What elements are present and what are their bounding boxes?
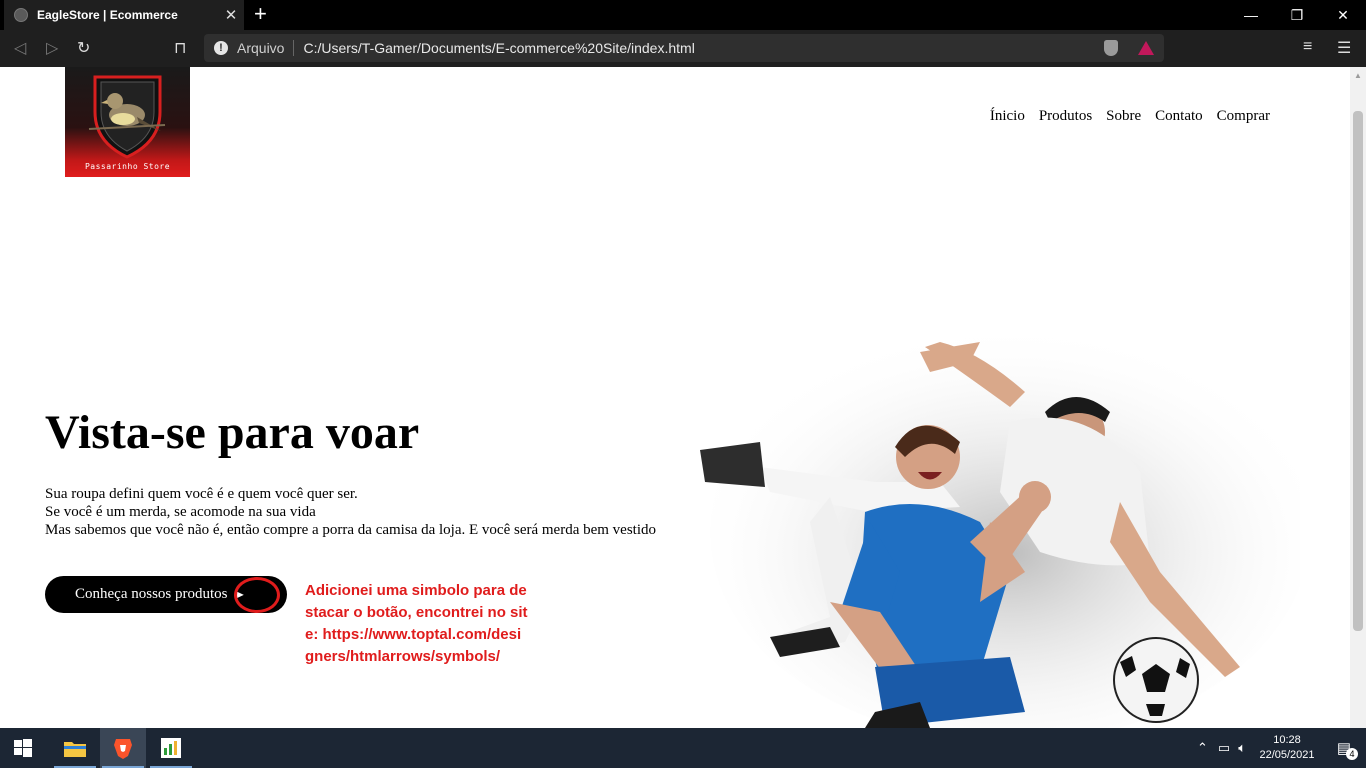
menu-icon[interactable]: ☰ (1337, 38, 1351, 58)
bird-shield-icon (88, 75, 166, 159)
football-players-image (700, 322, 1300, 728)
reload-icon[interactable]: ↻ (77, 38, 90, 58)
hero-line: Mas sabemos que você não é, então compre… (45, 522, 657, 538)
address-divider (293, 40, 295, 56)
chevron-up-icon[interactable]: ⌃ (1197, 740, 1208, 756)
close-window-button[interactable]: ✕ (1320, 0, 1366, 30)
windows-start-button[interactable] (0, 728, 46, 768)
tab-close-icon[interactable]: ✕ (218, 6, 244, 24)
hero-title: Vista-se para voar (45, 406, 420, 459)
brave-rewards-icon[interactable] (1138, 41, 1154, 55)
notification-count: 4 (1346, 748, 1358, 760)
nav-comprar[interactable]: Comprar (1217, 108, 1270, 125)
system-clock[interactable]: 10:28 22/05/2021 (1252, 733, 1322, 763)
tab-title: EagleStore | Ecommerce (37, 8, 178, 22)
hero-line: Sua roupa defini quem você é e quem você… (45, 486, 358, 502)
nav-produtos[interactable]: Produtos (1039, 108, 1092, 125)
annotation-note: Adicionei uma simbolo para destacar o bo… (305, 582, 528, 665)
bookmark-icon[interactable]: ⊓ (174, 38, 186, 58)
browser-tabbar: EagleStore | Ecommerce ✕ + — ❐ ✕ (0, 0, 1366, 30)
system-tray: ⌃ ▭ 🔈︎ 10:28 22/05/2021 ▤ 4 (1197, 728, 1366, 768)
highlight-circle (234, 577, 280, 613)
playlist-icon[interactable]: ≡ (1303, 38, 1312, 56)
forward-icon[interactable]: ▷ (46, 38, 58, 58)
hero-text: Sua roupa defini quem você é e quem você… (45, 485, 665, 539)
brave-shield-icon[interactable] (1104, 40, 1118, 56)
windows-logo-icon (14, 739, 32, 757)
chart-app-button[interactable] (148, 728, 194, 768)
hero-line: Se você é um merda, se acomode na sua vi… (45, 504, 316, 520)
nav-inicio[interactable]: Ínicio (990, 108, 1025, 125)
nav-contato[interactable]: Contato (1155, 108, 1203, 125)
address-scheme: Arquivo (237, 40, 285, 56)
clock-time: 10:28 (1273, 734, 1301, 746)
address-url[interactable]: C:/Users/T-Gamer/Documents/E-commerce%20… (303, 40, 1104, 56)
volume-icon[interactable]: 🔈︎ (1238, 740, 1246, 756)
site-logo[interactable]: Passarinho Store (65, 67, 190, 177)
file-explorer-button[interactable] (52, 728, 98, 768)
minimize-button[interactable]: — (1228, 0, 1274, 30)
info-icon[interactable]: ! (214, 41, 228, 55)
nav-sobre[interactable]: Sobre (1106, 108, 1141, 125)
clock-date: 22/05/2021 (1259, 749, 1315, 761)
page-scrollbar[interactable]: ▲ (1350, 67, 1366, 728)
browser-tab[interactable]: EagleStore | Ecommerce ✕ (4, 0, 244, 30)
products-button-label: Conheça nossos produtos (75, 586, 228, 602)
chart-app-icon (161, 738, 181, 758)
network-icon[interactable]: ▭ (1218, 740, 1230, 756)
taskbar: ⌃ ▭ 🔈︎ 10:28 22/05/2021 ▤ 4 (0, 728, 1366, 768)
brave-browser-button[interactable] (100, 728, 146, 768)
scroll-up-icon[interactable]: ▲ (1354, 71, 1362, 80)
window-controls: — ❐ ✕ (1228, 0, 1366, 30)
brave-lion-icon (114, 739, 132, 759)
logo-text: Passarinho Store (84, 162, 171, 171)
notifications-button[interactable]: ▤ 4 (1322, 728, 1366, 768)
maximize-button[interactable]: ❐ (1274, 0, 1320, 30)
globe-icon (14, 8, 28, 22)
address-bar[interactable]: ! Arquivo C:/Users/T-Gamer/Documents/E-c… (204, 34, 1164, 62)
page-viewport: Passarinho Store Ínicio Produtos Sobre C… (0, 67, 1350, 728)
folder-icon (64, 742, 86, 757)
new-tab-button[interactable]: + (254, 3, 267, 25)
main-nav: Ínicio Produtos Sobre Contato Comprar (990, 108, 1270, 125)
scrollbar-thumb[interactable] (1353, 111, 1363, 631)
back-icon[interactable]: ◁ (14, 38, 26, 58)
